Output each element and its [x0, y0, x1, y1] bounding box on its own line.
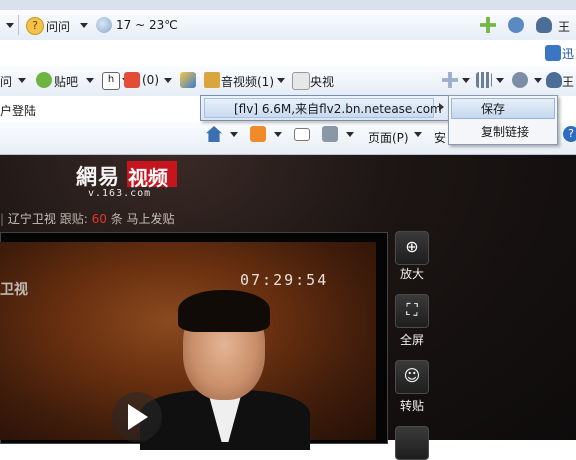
mail-icon[interactable]: [294, 128, 310, 141]
mail-icon[interactable]: [124, 72, 140, 88]
user-icon[interactable]: [536, 17, 552, 33]
gear-icon[interactable]: [508, 17, 524, 33]
add-icon[interactable]: [480, 17, 496, 33]
toolbar-item-tieba[interactable]: 贴吧: [54, 73, 78, 90]
page-menu[interactable]: 页面(P): [368, 129, 409, 146]
chevron-down-icon[interactable]: [462, 78, 470, 83]
chevron-down-icon[interactable]: [80, 23, 88, 28]
thunder-label[interactable]: 迅: [562, 45, 574, 62]
weather-icon[interactable]: [96, 17, 112, 33]
follow-unit: 条: [110, 212, 123, 226]
chevron-down-icon[interactable]: [496, 78, 504, 83]
zoom-icon[interactable]: ⊕: [395, 231, 429, 265]
tieba-icon[interactable]: [36, 72, 52, 88]
login-text[interactable]: 户登陆: [0, 102, 36, 119]
cctv-icon[interactable]: [292, 72, 310, 90]
post-link[interactable]: 马上发贴: [127, 212, 175, 226]
hao123-icon[interactable]: h: [102, 72, 120, 90]
media-icon[interactable]: [204, 72, 220, 88]
user-icon[interactable]: [546, 72, 562, 88]
print-icon[interactable]: [322, 126, 338, 142]
media-item-flv[interactable]: [flv] 6.6M,来自flv2.bn.netease.com: [234, 100, 442, 117]
chevron-down-icon[interactable]: [18, 78, 26, 83]
follow-count: 60: [91, 212, 107, 226]
toolbar-item-wen[interactable]: 问: [0, 73, 12, 90]
more-icon[interactable]: [395, 426, 429, 460]
help-icon[interactable]: ?: [563, 126, 576, 142]
weather-text[interactable]: 17 ~ 23℃: [116, 18, 178, 32]
safety-menu[interactable]: 安: [434, 129, 446, 146]
chevron-down-icon[interactable]: [534, 78, 542, 83]
chevron-down-icon[interactable]: [346, 132, 354, 137]
toolbar-item-media[interactable]: 音视频(1): [221, 73, 274, 90]
save-menu-item[interactable]: 保存: [481, 100, 505, 117]
follow-label: 跟贴:: [59, 212, 88, 226]
zoom-label[interactable]: 放大: [396, 265, 428, 282]
play-icon[interactable]: [128, 404, 148, 430]
copy-link-menu-item[interactable]: 复制链接: [481, 123, 529, 140]
timecode: 07:29:54: [240, 271, 329, 289]
tv-logo: 卫视: [0, 282, 28, 298]
user-label[interactable]: 王: [558, 18, 570, 35]
media-dropdown: [flv] 6.6M,来自flv2.bn.netease.com: [200, 95, 452, 121]
chevron-down-icon[interactable]: [6, 23, 14, 28]
chevron-down-icon[interactable]: [277, 78, 285, 83]
chevron-right-icon: [439, 103, 444, 111]
gear-icon[interactable]: [512, 72, 528, 88]
toolbar-top: ? 问问 17 ~ 23℃ 王: [0, 10, 576, 41]
logo-netease[interactable]: 網易: [76, 161, 120, 191]
thunder-icon[interactable]: [545, 45, 561, 61]
toolbar-main: 问 贴吧 h (0) 音视频(1) 央视 王: [0, 66, 576, 160]
presenter-hair: [178, 290, 270, 332]
channel-link[interactable]: 辽宁卫视: [8, 212, 56, 226]
share-icon[interactable]: ☺: [395, 360, 429, 394]
toolbar-item-mail[interactable]: (0): [142, 73, 159, 87]
chevron-down-icon[interactable]: [86, 78, 94, 83]
question-icon[interactable]: ?: [26, 17, 44, 35]
fullscreen-icon[interactable]: ⛶: [395, 294, 429, 328]
chevron-down-icon[interactable]: [230, 132, 238, 137]
chevron-down-icon[interactable]: [164, 78, 172, 83]
chevron-down-icon[interactable]: [274, 132, 282, 137]
user-label[interactable]: 王: [562, 73, 574, 90]
video-info: | 辽宁卫视 跟贴: 60 条 马上发贴: [0, 212, 175, 226]
grid-icon[interactable]: [476, 72, 492, 88]
toolbar-item-cctv[interactable]: 央视: [310, 73, 334, 90]
logo-video[interactable]: 视频: [128, 162, 168, 191]
pencil-icon[interactable]: [180, 72, 196, 88]
logo-url: v.163.com: [88, 188, 152, 199]
add-icon[interactable]: [442, 72, 458, 88]
home-icon[interactable]: [206, 126, 222, 142]
fullscreen-label[interactable]: 全屏: [396, 331, 428, 348]
media-submenu: 保存 复制链接: [448, 95, 558, 145]
chevron-down-icon[interactable]: [414, 132, 422, 137]
toolbar-links: 迅: [0, 40, 576, 67]
toolbar-item-wenwen[interactable]: 问问: [46, 18, 70, 35]
rss-icon[interactable]: [250, 126, 266, 142]
share-label[interactable]: 转贴: [396, 397, 428, 414]
